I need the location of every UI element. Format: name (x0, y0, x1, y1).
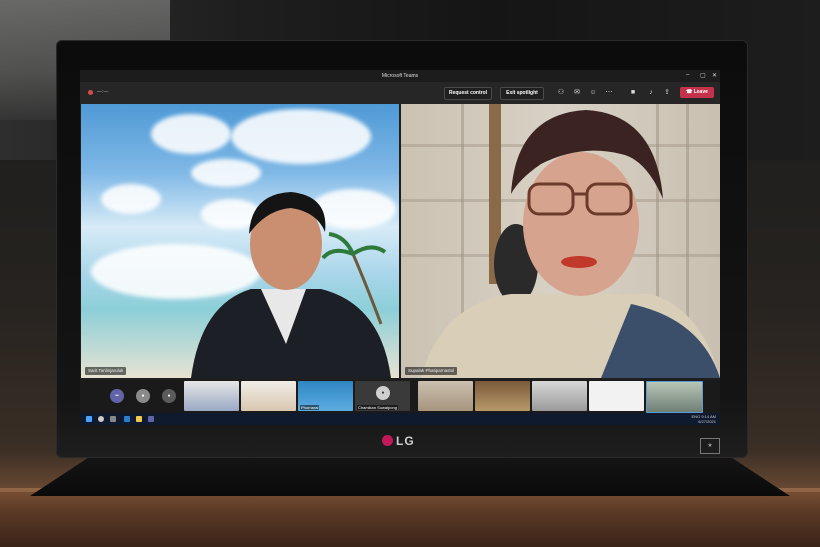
participant-thumbnail[interactable]: Phornarai (298, 381, 353, 411)
tray-date: 6/27/2021 (698, 419, 716, 424)
brand-label: LG (396, 434, 415, 448)
person-silhouette (191, 192, 391, 378)
energy-badge: ★ (700, 438, 720, 454)
participant-thumbnail[interactable] (646, 381, 703, 413)
system-tray[interactable]: ENG 9:14 AM 6/27/2021 (692, 414, 716, 424)
teams-icon[interactable] (148, 416, 154, 422)
title-bar: Microsoft Teams – ▢ ✕ (80, 70, 720, 82)
exit-spotlight-button[interactable]: Exit spotlight (500, 87, 544, 100)
leave-label: Leave (693, 89, 708, 95)
task-view-icon[interactable] (110, 416, 116, 422)
monitor-logo: LG (382, 434, 415, 448)
participant-name-tag: Sarit Tanlinjaruluk (85, 367, 127, 375)
monitor-stand (30, 456, 790, 496)
participant-thumbnail[interactable] (184, 381, 239, 411)
mic-icon[interactable]: ♪ (646, 87, 656, 98)
avatar[interactable]: ● (136, 389, 150, 403)
video-tile-right[interactable]: Supalak Phatiparnastol (401, 104, 720, 378)
participant-thumbnail[interactable] (532, 381, 587, 411)
close-icon[interactable]: ✕ (712, 72, 717, 79)
start-icon[interactable] (86, 416, 92, 422)
request-control-button[interactable]: Request control (444, 87, 492, 100)
folder-icon[interactable] (136, 416, 142, 422)
desk-surface (0, 488, 820, 547)
video-tile-left[interactable]: Sarit Tanlinjaruluk (81, 104, 399, 378)
participant-thumbnail[interactable] (589, 381, 644, 411)
meeting-toolbar: —:— Request control Exit spotlight ⚇ ✉ ☺… (80, 82, 720, 104)
participant-name-tag: Supalak Phatiparnastol (405, 367, 458, 375)
lg-logo-icon (382, 435, 393, 446)
thumbnail-label: Phornarai (300, 405, 320, 410)
search-icon[interactable] (98, 416, 104, 422)
participant-thumbnail[interactable] (418, 381, 473, 411)
restore-icon[interactable]: ▢ (700, 72, 706, 79)
edge-icon[interactable] (124, 416, 130, 422)
share-icon[interactable]: ⇪ (662, 87, 672, 98)
thumbnail-label: Chamikan Suwalpong (357, 405, 398, 410)
person-silhouette (421, 104, 720, 378)
avatar: ● (376, 386, 390, 400)
teams-window: Microsoft Teams – ▢ ✕ —:— Request contro… (80, 70, 720, 425)
reactions-icon[interactable]: ☺ (588, 87, 598, 98)
participant-thumbnail[interactable]: ● Chamikan Suwalpong (355, 381, 410, 411)
participant-thumbnail[interactable] (241, 381, 296, 411)
leave-button[interactable]: ☎ Leave (680, 87, 714, 98)
camera-icon[interactable]: ■ (628, 87, 638, 98)
windows-taskbar: ENG 9:14 AM 6/27/2021 (80, 413, 720, 425)
avatar[interactable]: ● (162, 389, 176, 403)
meeting-timer: —:— (97, 89, 109, 95)
people-icon[interactable]: ⚇ (556, 87, 566, 98)
avatar[interactable]: •• (110, 389, 124, 403)
more-icon[interactable]: ⋯ (604, 87, 614, 98)
chat-icon[interactable]: ✉ (572, 87, 582, 98)
recording-indicator-icon (88, 90, 93, 95)
participant-strip: •• ● ● Phornarai ● Chamikan Suwalpong (80, 380, 720, 413)
minimize-icon[interactable]: – (686, 72, 689, 78)
participant-thumbnail[interactable] (475, 381, 530, 411)
window-title: Microsoft Teams (381, 73, 419, 79)
